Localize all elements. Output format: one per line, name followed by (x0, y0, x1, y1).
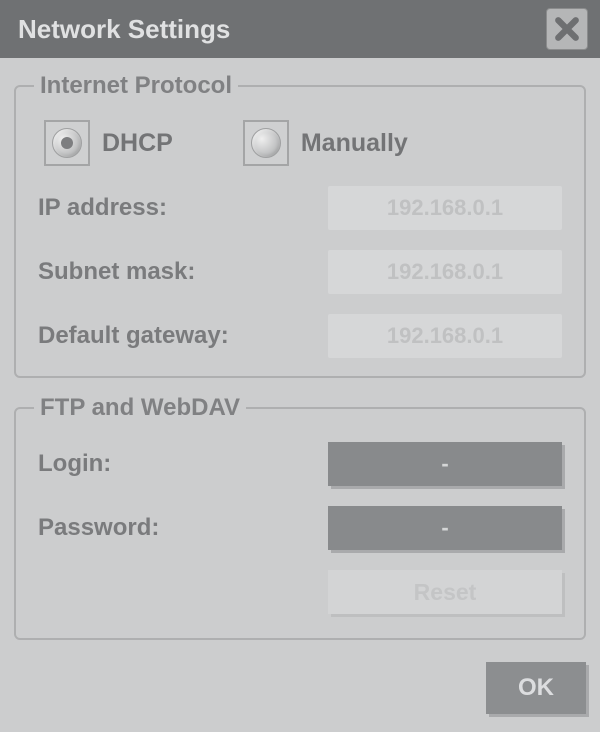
manually-label: Manually (301, 129, 408, 158)
reset-button[interactable]: Reset (328, 570, 562, 614)
reset-row: Reset (38, 570, 562, 614)
login-label: Login: (38, 450, 111, 478)
ip-address-row: IP address: 192.168.0.1 (38, 186, 562, 230)
dialog-footer: OK (0, 656, 600, 714)
internet-protocol-legend: Internet Protocol (34, 72, 238, 100)
login-row: Login: - (38, 442, 562, 486)
default-gateway-field: 192.168.0.1 (328, 314, 562, 358)
dialog-content: Internet Protocol DHCP Manually IP addre… (0, 58, 600, 640)
login-field[interactable]: - (328, 442, 562, 486)
titlebar: Network Settings (0, 0, 600, 58)
default-gateway-row: Default gateway: 192.168.0.1 (38, 314, 562, 358)
internet-protocol-group: Internet Protocol DHCP Manually IP addre… (14, 72, 586, 378)
dhcp-radio-group[interactable]: DHCP (44, 120, 173, 166)
radio-circle-icon (251, 128, 281, 158)
password-field[interactable]: - (328, 506, 562, 550)
password-label: Password: (38, 514, 159, 542)
subnet-mask-row: Subnet mask: 192.168.0.1 (38, 250, 562, 294)
manually-radio-group[interactable]: Manually (243, 120, 408, 166)
manually-radio[interactable] (243, 120, 289, 166)
subnet-mask-field: 192.168.0.1 (328, 250, 562, 294)
ip-address-field: 192.168.0.1 (328, 186, 562, 230)
ftp-webdav-legend: FTP and WebDAV (34, 394, 246, 422)
password-row: Password: - (38, 506, 562, 550)
subnet-mask-label: Subnet mask: (38, 258, 195, 286)
close-icon (552, 14, 582, 44)
ok-button[interactable]: OK (486, 662, 586, 714)
ftp-webdav-group: FTP and WebDAV Login: - Password: - Rese… (14, 394, 586, 640)
ip-address-label: IP address: (38, 194, 167, 222)
dialog-title: Network Settings (18, 14, 230, 45)
radio-circle-icon (52, 128, 82, 158)
default-gateway-label: Default gateway: (38, 322, 229, 350)
dhcp-label: DHCP (102, 129, 173, 158)
protocol-radio-row: DHCP Manually (44, 120, 562, 166)
close-button[interactable] (546, 8, 588, 50)
dhcp-radio[interactable] (44, 120, 90, 166)
radio-dot-icon (61, 137, 73, 149)
